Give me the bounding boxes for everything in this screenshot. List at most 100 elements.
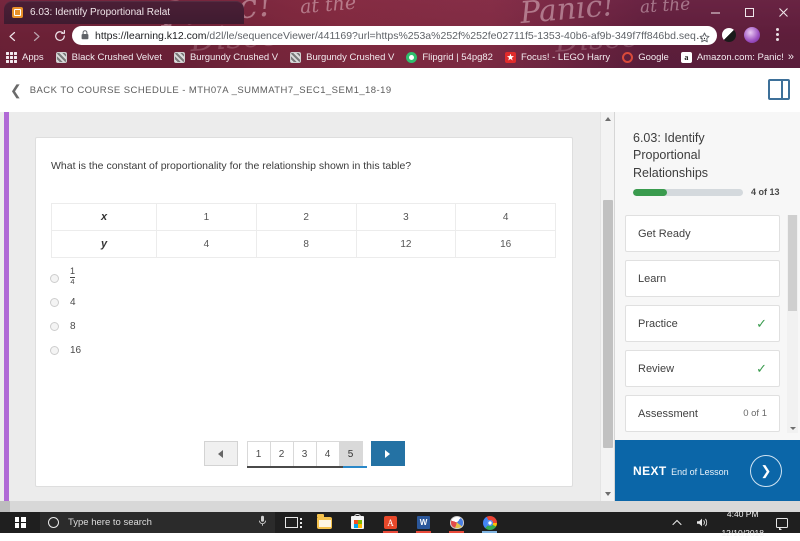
answer-choices: 1 4 4 8 16 (50, 266, 81, 362)
bookmark-flipgrid[interactable]: Flipgrid | 54pg82 (406, 51, 493, 63)
bookmark-burgundy-crushed-v-2[interactable]: Burgundy Crushed V (290, 51, 395, 63)
chrome-icon[interactable] (473, 512, 506, 533)
bookmark-google[interactable]: Google (622, 51, 669, 63)
table-cell: 1 (156, 203, 257, 231)
progress-bar-fill (633, 188, 668, 196)
velvet-icon (55, 51, 67, 63)
notification-icon[interactable] (769, 517, 795, 530)
search-input[interactable]: Type here to search (40, 512, 275, 533)
scrollbar-thumb[interactable] (788, 215, 797, 311)
minimize-icon[interactable] (698, 0, 732, 24)
back-icon[interactable] (0, 24, 24, 48)
browser-tab[interactable]: 6.03: Identify Proportional Relat (4, 1, 244, 24)
pagination-page-1[interactable]: 1 (246, 441, 271, 466)
volume-icon[interactable] (689, 517, 716, 528)
sidebar-item-get-ready[interactable]: Get Ready (625, 215, 780, 252)
pagination-next-button[interactable] (370, 441, 405, 466)
scroll-down-icon[interactable] (605, 492, 611, 496)
reload-icon[interactable] (48, 24, 72, 48)
bookmark-label: Amazon.com: Panic! (696, 51, 784, 63)
breadcrumb: BACK TO COURSE SCHEDULE - MTH07A _SUMMAT… (29, 84, 392, 96)
adobe-reader-icon[interactable]: A (374, 512, 407, 533)
clock[interactable]: 4:40 PM 12/10/2018 (716, 504, 769, 541)
chrome-menu-icon[interactable] (770, 28, 784, 42)
file-explorer-icon[interactable] (308, 512, 341, 533)
triangle-right-icon (385, 449, 390, 458)
sidebar-item-review[interactable]: Review ✓ (625, 350, 780, 387)
lesson-title: 6.03: Identify Proportional Relationship… (633, 131, 709, 180)
next-button[interactable]: NEXT End of Lesson ❯ (615, 440, 800, 501)
question-card: What is the constant of proportionality … (35, 137, 573, 487)
radio-button[interactable] (50, 345, 59, 355)
bookmark-burgundy-crushed-v-1[interactable]: Burgundy Crushed V (173, 51, 278, 63)
extension-icon-1[interactable] (722, 28, 736, 42)
bookmark-black-crushed-velvet[interactable]: Black Crushed Velvet (55, 51, 162, 63)
scroll-up-icon[interactable] (605, 117, 611, 121)
chevron-right-circle-icon: ❯ (750, 454, 782, 487)
sidebar-item-label: Practice (638, 317, 678, 330)
google-icon (622, 51, 634, 63)
next-title: NEXT (633, 463, 667, 478)
table-cell: 3 (355, 203, 457, 231)
table-row-label: y (51, 230, 157, 258)
back-to-course-schedule-link[interactable]: ❮ BACK TO COURSE SCHEDULE - MTH07A _SUMM… (10, 83, 392, 97)
address-bar[interactable]: https://learning.k12.com/d2l/le/sequence… (72, 26, 717, 45)
sidebar-item-learn[interactable]: Learn (625, 260, 780, 297)
pagination-page-3[interactable]: 3 (292, 441, 317, 466)
radio-button[interactable] (50, 321, 59, 331)
answer-choice-label: 8 (70, 320, 76, 332)
sidebar-item-practice[interactable]: Practice ✓ (625, 305, 780, 342)
pagination-page-2[interactable]: 2 (269, 441, 294, 466)
bookmark-label: Apps (22, 51, 44, 63)
bookmarks-bar: Apps Black Crushed Velvet Burgundy Crush… (0, 46, 800, 68)
content-scrollbar[interactable] (600, 112, 614, 501)
scrollbar-thumb[interactable] (0, 501, 10, 512)
url-host: https://learning.k12.com (95, 29, 207, 42)
chevron-up-icon[interactable] (665, 519, 689, 526)
pagination-page-4[interactable]: 4 (315, 441, 340, 466)
bookmark-label: Burgundy Crushed V (306, 51, 395, 63)
amazon-icon: a (680, 51, 692, 63)
table-cell: 4 (455, 203, 556, 231)
scrollbar-thumb[interactable] (603, 200, 613, 448)
maximize-icon[interactable] (732, 0, 766, 24)
sidebar-scrollbar[interactable] (787, 215, 798, 433)
progress-section: 4 of 13 (633, 187, 785, 197)
page-header: ❮ BACK TO COURSE SCHEDULE - MTH07A _SUMM… (0, 68, 800, 113)
radio-button[interactable] (50, 273, 59, 283)
table-row: x 1 2 3 4 (51, 203, 556, 231)
url-text: https://learning.k12.com/d2l/le/sequence… (95, 30, 708, 42)
tab-strip: 6.03: Identify Proportional Relat (0, 0, 800, 24)
panel-toggle-icon[interactable] (768, 79, 790, 100)
microsoft-store-icon[interactable] (341, 512, 374, 533)
answer-choice-b[interactable]: 4 (50, 290, 81, 314)
forward-icon[interactable] (24, 24, 48, 48)
answer-choice-a[interactable]: 1 4 (50, 266, 81, 290)
progress-label: 4 of 13 (751, 187, 780, 197)
scroll-down-icon[interactable] (789, 427, 796, 430)
task-view-icon[interactable] (275, 512, 308, 533)
bookmarks-overflow-icon[interactable]: » (788, 51, 794, 63)
tab-title: 6.03: Identify Proportional Relat (30, 7, 171, 18)
windows-taskbar: Type here to search A W 4:40 PM 12/10/20… (0, 509, 800, 538)
chevron-left-icon: ❮ (10, 82, 22, 98)
bookmark-amazon[interactable]: a Amazon.com: Panic! (680, 51, 784, 63)
answer-choice-c[interactable]: 8 (50, 314, 81, 338)
microphone-icon[interactable] (258, 514, 267, 532)
pagination-prev-button[interactable] (203, 441, 238, 466)
sidebar-item-label: Learn (638, 272, 667, 285)
url-path: /d2l/le/sequenceViewer/441169?url=https%… (206, 29, 708, 42)
clock-time: 4:40 PM (726, 508, 759, 519)
extension-icon-2[interactable] (744, 27, 760, 43)
paint-icon[interactable] (440, 512, 473, 533)
start-button[interactable] (0, 512, 40, 533)
close-icon[interactable] (766, 0, 800, 24)
pagination-page-5[interactable]: 5 (338, 441, 363, 466)
sidebar-item-assessment[interactable]: Assessment 0 of 1 (625, 395, 780, 432)
bookmark-apps[interactable]: Apps (6, 51, 44, 63)
bookmark-focus-lego-harry[interactable]: Focus! - LEGO Harry (504, 51, 610, 63)
taskbar-apps: A W (275, 512, 506, 533)
radio-button[interactable] (50, 297, 59, 307)
answer-choice-d[interactable]: 16 (50, 338, 81, 362)
word-icon[interactable]: W (407, 512, 440, 533)
